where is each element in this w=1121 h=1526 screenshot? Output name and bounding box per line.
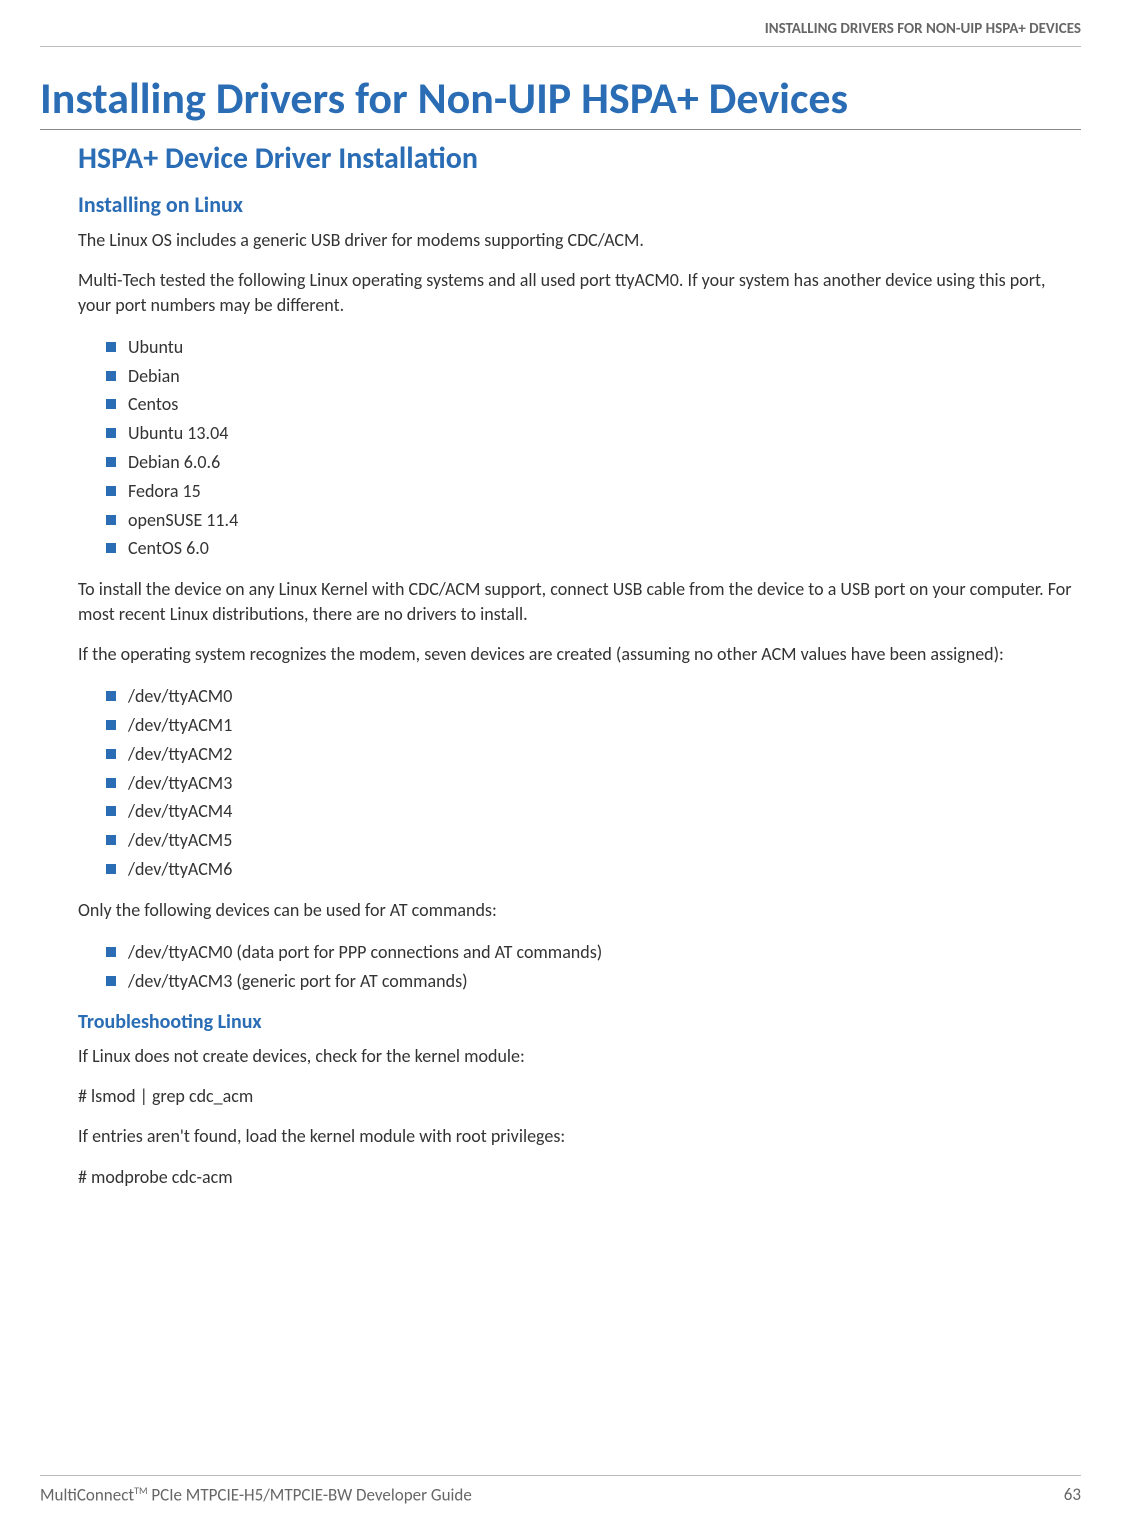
paragraph: If the operating system recognizes the m… xyxy=(78,642,1081,666)
list-item: Debian xyxy=(106,362,1081,391)
list-item: Debian 6.0.6 xyxy=(106,448,1081,477)
list-item: Fedora 15 xyxy=(106,477,1081,506)
os-list: Ubuntu Debian Centos Ubuntu 13.04 Debian… xyxy=(106,333,1081,563)
section-heading: HSPA+ Device Driver Installation xyxy=(78,140,1081,177)
list-item: /dev/ttyACM5 xyxy=(106,826,1081,855)
list-item: /dev/ttyACM4 xyxy=(106,797,1081,826)
subheading-installing-linux: Installing on Linux xyxy=(78,191,1081,218)
list-item: /dev/ttyACM0 xyxy=(106,682,1081,711)
list-item: CentOS 6.0 xyxy=(106,534,1081,563)
page-title: Installing Drivers for Non-UIP HSPA+ Dev… xyxy=(40,71,1081,130)
subheading-troubleshooting: Troubleshooting Linux xyxy=(78,1010,1081,1034)
footer-left: MultiConnectTM PCIe MTPCIE-H5/MTPCIE-BW … xyxy=(40,1484,472,1506)
page-footer: MultiConnectTM PCIe MTPCIE-H5/MTPCIE-BW … xyxy=(40,1475,1081,1506)
paragraph: To install the device on any Linux Kerne… xyxy=(78,577,1081,626)
list-item: /dev/ttyACM6 xyxy=(106,855,1081,884)
page-header: INSTALLING DRIVERS FOR NON-UIP HSPA+ DEV… xyxy=(40,20,1081,47)
list-item: openSUSE 11.4 xyxy=(106,506,1081,535)
list-item: Ubuntu 13.04 xyxy=(106,419,1081,448)
at-commands-list: /dev/ttyACM0 (data port for PPP connecti… xyxy=(106,938,1081,996)
paragraph: If entries aren't found, load the kernel… xyxy=(78,1124,1081,1148)
command-text: # lsmod | grep cdc_acm xyxy=(78,1084,1081,1108)
paragraph: Only the following devices can be used f… xyxy=(78,898,1081,922)
paragraph: If Linux does not create devices, check … xyxy=(78,1044,1081,1068)
list-item: /dev/ttyACM3 xyxy=(106,769,1081,798)
command-text: # modprobe cdc-acm xyxy=(78,1165,1081,1189)
paragraph: The Linux OS includes a generic USB driv… xyxy=(78,228,1081,252)
list-item: /dev/ttyACM1 xyxy=(106,711,1081,740)
device-list: /dev/ttyACM0 /dev/ttyACM1 /dev/ttyACM2 /… xyxy=(106,682,1081,884)
page-number: 63 xyxy=(1064,1484,1081,1506)
list-item: /dev/ttyACM2 xyxy=(106,740,1081,769)
list-item: Ubuntu xyxy=(106,333,1081,362)
list-item: Centos xyxy=(106,390,1081,419)
list-item: /dev/ttyACM0 (data port for PPP connecti… xyxy=(106,938,1081,967)
list-item: /dev/ttyACM3 (generic port for AT comman… xyxy=(106,967,1081,996)
paragraph: Multi-Tech tested the following Linux op… xyxy=(78,268,1081,317)
